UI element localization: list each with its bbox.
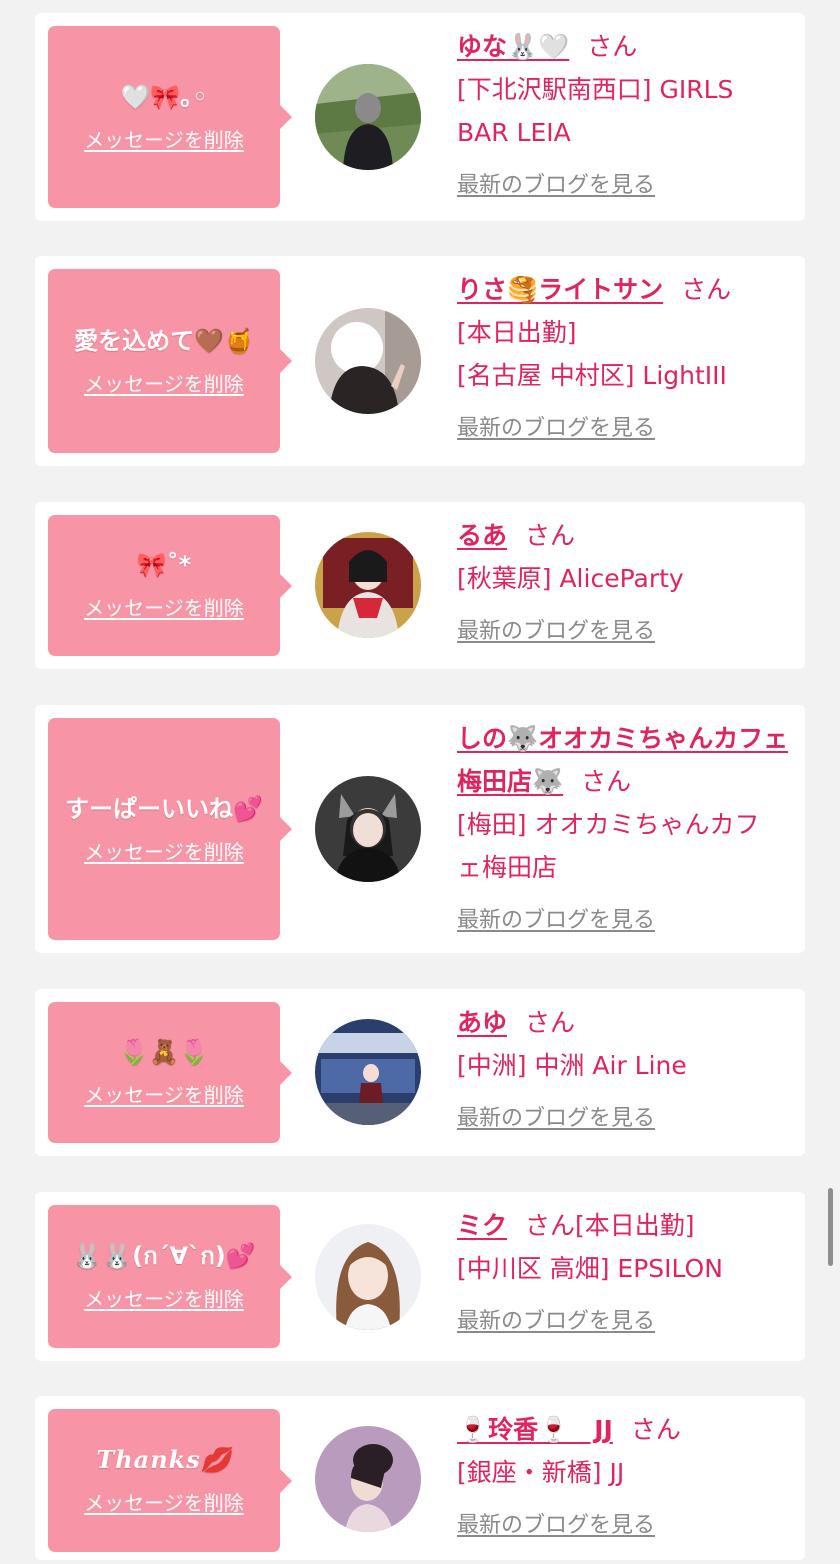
delete-message-link[interactable]: メッセージを削除 [84, 1079, 244, 1108]
message-card: 🎀˚* メッセージを削除 るあ さん [秋葉原] AliceParty 最新のブロ… [35, 502, 805, 669]
vertical-scrollbar[interactable] [828, 1188, 833, 1266]
view-blog-link[interactable]: 最新のブログを見る [457, 164, 655, 207]
avatar[interactable] [315, 532, 421, 638]
shop-line: [名古屋 中村区] LightIII [457, 361, 727, 390]
honorific-label: さん [630, 1415, 681, 1444]
avatar[interactable] [315, 1426, 421, 1532]
avatar-image [315, 776, 421, 882]
view-blog-link[interactable]: 最新のブログを見る [457, 610, 655, 653]
delete-message-link[interactable]: メッセージを削除 [84, 1487, 244, 1516]
shop-line: [銀座・新橋] JJ [457, 1458, 625, 1487]
avatar-image [315, 308, 421, 414]
honorific-label: さん [525, 1008, 576, 1037]
shop-line: [梅田] オオカミちゃんカフ [457, 810, 760, 839]
message-card: 🐰🐰(ก´∀`ก)💕 メッセージを削除 ミク さん[本日出勤] [中川区 高畑] … [35, 1192, 805, 1361]
message-text: 🤍🎀｡◦ [120, 82, 208, 111]
message-bubble: Thanks💋 メッセージを削除 [48, 1409, 292, 1552]
avatar[interactable] [315, 1224, 421, 1330]
delete-message-link[interactable]: メッセージを削除 [84, 368, 244, 397]
message-bubble: 🐰🐰(ก´∀`ก)💕 メッセージを削除 [48, 1205, 292, 1348]
avatar-image [315, 1224, 421, 1330]
view-blog-link[interactable]: 最新のブログを見る [457, 1504, 655, 1547]
honorific-label: さん [525, 521, 576, 550]
sender-name-link[interactable]: ミク [457, 1211, 507, 1240]
message-card: 🤍🎀｡◦ メッセージを削除 ゆな🐰🤍 さん [下北沢駅南西口] GIRLS BAR… [35, 13, 805, 221]
shop-line: BAR LEIA [457, 118, 571, 147]
view-blog-link[interactable]: 最新のブログを見る [457, 899, 655, 942]
sender-info: 🍷玲香🍷 JJ さん [銀座・新橋] JJ 最新のブログを見る [457, 1408, 791, 1547]
sender-info: りさ🥞ライトサン さん [本日出勤] [名古屋 中村区] LightIII 最新の… [457, 268, 791, 450]
message-card: 🌷🧸🌷 メッセージを削除 あゆ さん [中洲] 中洲 Air Line 最新のブロ… [35, 989, 805, 1156]
message-bubble: すーぱーいいね💕 メッセージを削除 [48, 718, 292, 940]
message-text: すーぱーいいね💕 [65, 794, 263, 823]
honorific-label: さん [525, 1211, 576, 1240]
avatar[interactable] [315, 308, 421, 414]
shop-line: [下北沢駅南西口] GIRLS [457, 75, 734, 104]
sender-name-link[interactable]: 🍷玲香🍷 JJ [457, 1415, 613, 1444]
sender-name-link[interactable]: ゆな🐰🤍 [457, 32, 569, 61]
delete-message-link[interactable]: メッセージを削除 [84, 592, 244, 621]
message-bubble: 🤍🎀｡◦ メッセージを削除 [48, 26, 292, 208]
avatar[interactable] [315, 1019, 421, 1125]
shop-line: [本日出勤] [457, 318, 577, 347]
honorific-label: さん [581, 767, 632, 796]
honorific-label: さん [681, 275, 732, 304]
sender-info: ミク さん[本日出勤] [中川区 高畑] EPSILON 最新のブログを見る [457, 1204, 791, 1343]
honorific-label: さん [587, 32, 638, 61]
message-text: 🎀˚* [136, 551, 192, 579]
message-card: Thanks💋 メッセージを削除 🍷玲香🍷 JJ さん [銀座・新橋] JJ 最新… [35, 1396, 805, 1560]
sender-info: るあ さん [秋葉原] AliceParty 最新のブログを見る [457, 514, 791, 653]
message-text: 🐰🐰(ก´∀`ก)💕 [72, 1242, 256, 1270]
view-blog-link[interactable]: 最新のブログを見る [457, 1097, 655, 1140]
message-text: 🌷🧸🌷 [119, 1038, 209, 1066]
delete-message-link[interactable]: メッセージを削除 [84, 836, 244, 865]
sender-info: あゆ さん [中洲] 中洲 Air Line 最新のブログを見る [457, 1001, 791, 1140]
message-card: 愛を込めて🤎🍯 メッセージを削除 りさ🥞ライトサン さん [本日出勤] [名古屋 … [35, 256, 805, 466]
avatar[interactable] [315, 64, 421, 170]
avatar-image [315, 532, 421, 638]
sender-info: ゆな🐰🤍 さん [下北沢駅南西口] GIRLS BAR LEIA 最新のブログを見… [457, 25, 791, 207]
sender-name-link[interactable]: りさ🥞ライトサン [457, 275, 663, 304]
avatar[interactable] [315, 776, 421, 882]
message-bubble: 愛を込めて🤎🍯 メッセージを削除 [48, 269, 292, 453]
view-blog-link[interactable]: 最新のブログを見る [457, 1300, 655, 1343]
shop-line: ェ梅田店 [457, 853, 558, 882]
shop-line: [秋葉原] AliceParty [457, 564, 684, 593]
view-blog-link[interactable]: 最新のブログを見る [457, 407, 655, 450]
avatar-image [315, 64, 421, 170]
shop-line: [本日出勤] [575, 1211, 695, 1240]
sender-info: しの🐺オオカミちゃんカフェ梅田店🐺 さん [梅田] オオカミちゃんカフ ェ梅田店 … [457, 717, 791, 942]
shop-line: [中川区 高畑] EPSILON [457, 1254, 723, 1283]
message-text: 愛を込めて🤎🍯 [74, 326, 254, 355]
delete-message-link[interactable]: メッセージを削除 [84, 1283, 244, 1312]
avatar-image [315, 1426, 421, 1532]
message-bubble: 🌷🧸🌷 メッセージを削除 [48, 1002, 292, 1143]
message-bubble: 🎀˚* メッセージを削除 [48, 515, 292, 656]
sender-name-link[interactable]: るあ [457, 521, 507, 550]
shop-line: [中洲] 中洲 Air Line [457, 1051, 687, 1080]
message-card: すーぱーいいね💕 メッセージを削除 しの🐺オオカミちゃんカフェ梅田店🐺 さん [梅… [35, 705, 805, 953]
avatar-image [315, 1019, 421, 1125]
message-text: Thanks💋 [96, 1445, 232, 1474]
delete-message-link[interactable]: メッセージを削除 [84, 124, 244, 153]
sender-name-link[interactable]: あゆ [457, 1008, 507, 1037]
